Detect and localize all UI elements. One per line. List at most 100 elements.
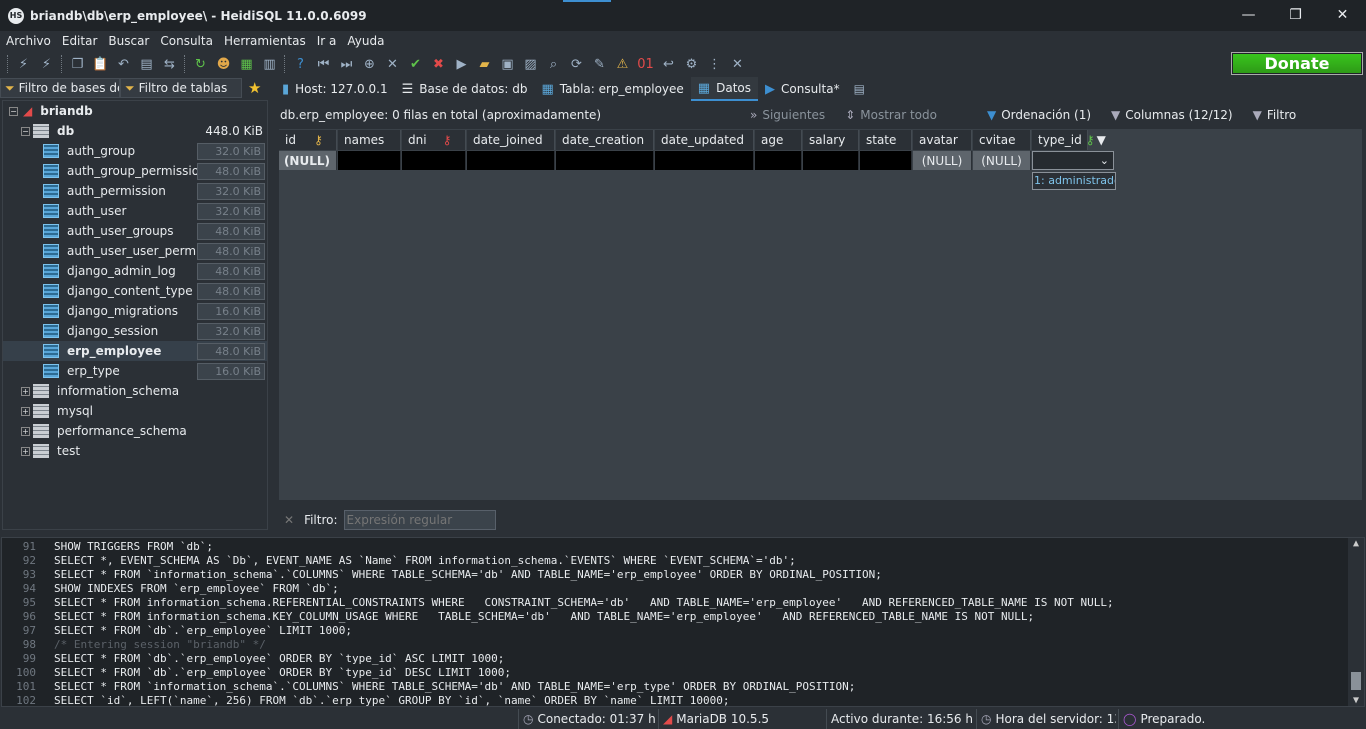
print-icon[interactable]: ▤	[135, 53, 158, 75]
order-button[interactable]: ▼ Ordenación (1)	[987, 108, 1091, 122]
cell-date-updated[interactable]	[655, 151, 754, 170]
cell-salary[interactable]	[803, 151, 859, 170]
filter-button[interactable]: ▼ Filtro	[1253, 108, 1297, 122]
tree-node-db[interactable]: − db 448.0 KiB	[3, 121, 267, 141]
table-filter-input[interactable]: ⏷ Filtro de tablas	[120, 78, 242, 98]
minimize-button[interactable]: —	[1225, 0, 1272, 31]
expand-toggle[interactable]: +	[21, 386, 30, 396]
tree-node-database[interactable]: + test	[3, 441, 267, 461]
menu-editar[interactable]: Editar	[58, 34, 105, 48]
menu-ir-a[interactable]: Ir a	[313, 34, 344, 48]
replace-icon[interactable]: ⟳	[565, 53, 588, 75]
tree-node-database[interactable]: + performance_schema	[3, 421, 267, 441]
cell-date-joined[interactable]	[467, 151, 555, 170]
cell-age[interactable]	[755, 151, 802, 170]
tab-table[interactable]: ▦ Tabla: erp_employee	[534, 77, 690, 101]
tab-query[interactable]: ▶ Consulta*	[758, 77, 847, 101]
expand-toggle[interactable]: +	[21, 426, 30, 436]
first-record-icon[interactable]: ⏮	[312, 53, 335, 75]
cell-cvitae[interactable]: (NULL)	[973, 151, 1031, 170]
tree-item-table[interactable]: django_migrations 16.0 KiB	[3, 301, 267, 321]
export-icon[interactable]: ⇆	[158, 53, 181, 75]
find-icon[interactable]: ⌕	[542, 53, 565, 75]
cell-dni[interactable]	[402, 151, 466, 170]
columns-button[interactable]: ▼ Columnas (12/12)	[1111, 108, 1233, 122]
close-tab-icon[interactable]: ✕	[726, 53, 749, 75]
collapse-toggle[interactable]: −	[9, 106, 18, 116]
more-icon[interactable]: ⋮	[703, 53, 726, 75]
tree-item-table[interactable]: django_content_type 48.0 KiB	[3, 281, 267, 301]
menu-archivo[interactable]: Archivo	[2, 34, 58, 48]
tree-item-table[interactable]: auth_user 32.0 KiB	[3, 201, 267, 221]
tree-item-table[interactable]: auth_permission 32.0 KiB	[3, 181, 267, 201]
scroll-down-icon[interactable]: ▼	[1348, 695, 1364, 706]
expand-toggle[interactable]: +	[21, 406, 30, 416]
binary-icon[interactable]: 01	[634, 53, 657, 75]
delete-record-icon[interactable]: ✕	[381, 53, 404, 75]
tree-item-table[interactable]: erp_type 16.0 KiB	[3, 361, 267, 381]
dropdown-option[interactable]: 1: administrador	[1032, 172, 1116, 190]
import-icon[interactable]: ▦	[235, 53, 258, 75]
new-query-tab-button[interactable]: ▤	[847, 77, 872, 101]
warning-icon[interactable]: ⚠	[611, 53, 634, 75]
log-scrollbar[interactable]: ▲ ▼	[1348, 538, 1364, 706]
insert-record-icon[interactable]: ⊕	[358, 53, 381, 75]
disconnect-plug-icon[interactable]: ⚡	[35, 53, 58, 75]
donate-button[interactable]: Donate	[1231, 52, 1363, 75]
post-record-icon[interactable]: ✔	[404, 53, 427, 75]
tree-node-database[interactable]: + mysql	[3, 401, 267, 421]
tree-item-table[interactable]: auth_user_groups 48.0 KiB	[3, 221, 267, 241]
column-header-type-id[interactable]: type_id ⚷ ▼	[1032, 130, 1106, 150]
copy-icon[interactable]: ❐	[66, 53, 89, 75]
refresh-icon[interactable]: ↻	[189, 53, 212, 75]
cell-date-creation[interactable]	[556, 151, 654, 170]
tree-item-table[interactable]: auth_user_user_permi... 48.0 KiB	[3, 241, 267, 261]
tree-node-database[interactable]: + information_schema	[3, 381, 267, 401]
cell-state[interactable]	[860, 151, 912, 170]
column-header-salary[interactable]: salary	[803, 130, 859, 150]
paste-icon[interactable]: 📋	[89, 53, 112, 75]
scroll-up-icon[interactable]: ▲	[1348, 538, 1364, 549]
column-header-date-creation[interactable]: date_creation	[556, 130, 654, 150]
expand-toggle[interactable]: +	[21, 446, 30, 456]
menu-herramientas[interactable]: Herramientas	[220, 34, 313, 48]
tree-item-table[interactable]: django_session 32.0 KiB	[3, 321, 267, 341]
open-file-icon[interactable]: ▰	[473, 53, 496, 75]
tab-database[interactable]: ☰ Base de datos: db	[395, 77, 535, 101]
save-snippet-icon[interactable]: ▨	[519, 53, 542, 75]
database-filter-input[interactable]: ⏷Filtro de bases de d	[0, 78, 120, 98]
favorite-star-icon[interactable]: ★	[248, 79, 261, 97]
column-header-dni[interactable]: dni ⚷	[402, 130, 466, 150]
tree-item-table[interactable]: auth_group_permissio... 48.0 KiB	[3, 161, 267, 181]
close-button[interactable]: ✕	[1319, 0, 1366, 31]
scroll-thumb[interactable]	[1351, 672, 1361, 690]
column-header-date-updated[interactable]: date_updated	[655, 130, 754, 150]
column-header-age[interactable]: age	[755, 130, 802, 150]
menu-consulta[interactable]: Consulta	[156, 34, 220, 48]
clear-icon[interactable]: ✎	[588, 53, 611, 75]
menu-buscar[interactable]: Buscar	[104, 34, 156, 48]
tree-item-table-selected[interactable]: erp_employee 48.0 KiB	[3, 341, 267, 361]
tree-item-table[interactable]: django_admin_log 48.0 KiB	[3, 261, 267, 281]
column-header-state[interactable]: state	[860, 130, 912, 150]
tab-data[interactable]: ▦ Datos	[690, 77, 758, 101]
filter-input[interactable]	[343, 510, 496, 530]
tree-item-table[interactable]: auth_group 32.0 KiB	[3, 141, 267, 161]
column-header-avatar[interactable]: avatar	[913, 130, 972, 150]
type-id-dropdown[interactable]: ⌄	[1032, 151, 1114, 170]
wrap-icon[interactable]: ↩	[657, 53, 680, 75]
next-button[interactable]: » Siguientes	[750, 108, 825, 122]
column-header-id[interactable]: id ⚷	[279, 130, 337, 150]
cancel-record-icon[interactable]: ✖	[427, 53, 450, 75]
cell-id[interactable]: (NULL)	[279, 151, 337, 170]
show-all-button[interactable]: ⇕ Mostrar todo	[845, 108, 937, 122]
tab-host[interactable]: ▮ Host: 127.0.0.1	[275, 77, 395, 101]
run-query-icon[interactable]: ▶	[450, 53, 473, 75]
menu-ayuda[interactable]: Ayuda	[343, 34, 391, 48]
last-record-icon[interactable]: ⏭	[335, 53, 358, 75]
explain-icon[interactable]: ⚙	[680, 53, 703, 75]
save-query-icon[interactable]: ▣	[496, 53, 519, 75]
users-icon[interactable]: ☻	[212, 53, 235, 75]
column-header-cvitae[interactable]: cvitae	[973, 130, 1031, 150]
column-header-date-joined[interactable]: date_joined	[467, 130, 555, 150]
